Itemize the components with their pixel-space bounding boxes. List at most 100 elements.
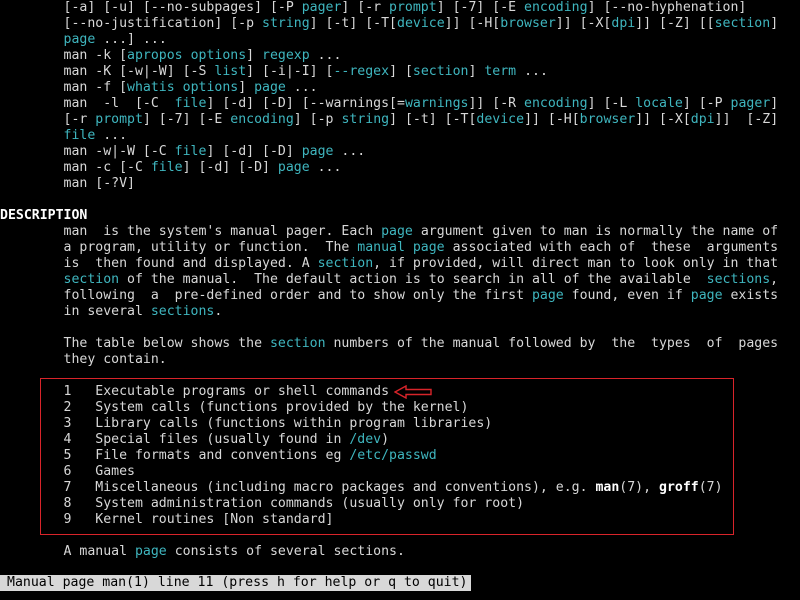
text-span: ... (333, 144, 366, 159)
underlined-term: file (150, 160, 183, 175)
underlined-term: section (714, 16, 771, 31)
text-span: ] [-d] [-D] (206, 144, 302, 159)
underlined-term: prompt (389, 0, 437, 15)
underlined-term: dpi (690, 112, 715, 127)
text-span: ]] [-X[ (555, 16, 612, 31)
terminal-line: [-a] [-u] [--no-subpages] [-P pager] [-r… (0, 0, 747, 16)
underlined-term: string (262, 16, 310, 31)
underlined-term: page (134, 544, 167, 559)
text-span: man -K [-w|-W] [-S (0, 64, 215, 79)
underlined-term: list (214, 64, 247, 79)
text-span: ] [--no-hyphenation] (587, 0, 747, 15)
terminal-line: following a pre-defined order and to sho… (0, 288, 779, 304)
underlined-term: warnings (404, 96, 469, 111)
text-span: ] (770, 16, 779, 31)
underlined-term: page (63, 32, 96, 47)
text-span: ] [-t] [-T[ (389, 112, 477, 127)
underlined-term: prompt (95, 112, 143, 127)
underlined-term: regexp (262, 48, 310, 63)
text-span: ] [-7] [-E (436, 0, 525, 15)
text-span: [-r (0, 112, 96, 127)
text-span (0, 272, 64, 287)
underlined-term: browser (500, 16, 556, 31)
text-span: ] [-r (341, 0, 390, 15)
terminal-window[interactable]: [-a] [-u] [--no-subpages] [-P pager] [-r… (0, 0, 800, 600)
underlined-term: file (63, 128, 96, 143)
underlined-term: term (484, 64, 517, 79)
underlined-term: device (476, 112, 525, 127)
text-span: ]] [-Z] [[ (635, 16, 715, 31)
text-span: in several (0, 304, 151, 319)
terminal-line: they contain. (0, 352, 167, 368)
underlined-term: file (174, 96, 207, 111)
text-span: ] [-d] [-D] [--warnings[= (206, 96, 405, 111)
text-span (0, 32, 64, 47)
text-span: of the manual. The default action is to … (119, 272, 707, 287)
text-span: ] (770, 96, 779, 111)
underlined-term: dpi (611, 16, 636, 31)
terminal-line: man -l [-C file] [-d] [-D] [--warnings[=… (0, 96, 779, 112)
text-span: ]] [-H[ (444, 16, 501, 31)
terminal-line: DESCRIPTION (0, 208, 87, 224)
sections-table-highlight-box (40, 378, 734, 535)
underlined-term: --regex (333, 64, 390, 79)
underlined-term: encoding (524, 96, 588, 111)
text-span: man -w|-W [-C (0, 144, 175, 159)
underlined-term: page (690, 288, 723, 303)
terminal-line: file ... (0, 128, 128, 144)
underlined-term: section (317, 256, 374, 271)
underlined-term: section (269, 336, 326, 351)
terminal-line: The table below shows the section number… (0, 336, 779, 352)
text-span: ... (516, 64, 548, 79)
text-span: ]] [-R (468, 96, 525, 111)
text-span: found, even if (563, 288, 691, 303)
terminal-line: A manual page consists of several sectio… (0, 544, 405, 560)
underlined-term: page (531, 288, 564, 303)
underlined-term: page (301, 144, 334, 159)
underlined-term: page (254, 80, 286, 95)
underlined-term: device (397, 16, 445, 31)
text-span: ] [ (389, 64, 413, 79)
underlined-term: pager (730, 96, 771, 111)
underlined-term: file (174, 144, 207, 159)
bold-term: DESCRIPTION (0, 208, 88, 223)
text-span: . (214, 304, 223, 319)
text-span: argument given to man is normally the na… (412, 224, 779, 239)
text-span: ] (468, 64, 485, 79)
terminal-line: in several sections. (0, 304, 223, 320)
terminal-line: man -k [apropos options] regexp ... (0, 48, 342, 64)
terminal-line: section of the manual. The default actio… (0, 272, 779, 288)
terminal-line: [-r prompt] [-7] [-E encoding] [-p strin… (0, 112, 779, 128)
text-span: man -l [-C (0, 96, 175, 111)
underlined-term: sections (150, 304, 215, 319)
underlined-term: manual page (357, 240, 445, 255)
left-arrow-icon (394, 385, 432, 399)
underlined-term: whatis options (127, 80, 239, 95)
text-span: A manual (0, 544, 135, 559)
text-span: man -c [-C (0, 160, 151, 175)
text-span: [--no-justification] [-p (0, 16, 263, 31)
text-span: [-a] [-u] [--no-subpages] [-P (0, 0, 302, 15)
text-span: man is the system's manual pager. Each (0, 224, 382, 239)
terminal-line: man [-?V] (0, 176, 135, 192)
text-span: ... (309, 160, 342, 175)
text-span: ... (95, 128, 128, 143)
pager-status-bar: Manual page man(1) line 11 (press h for … (0, 575, 471, 591)
text-span: , if provided, will direct man to look o… (373, 256, 779, 271)
text-span (0, 128, 64, 143)
underlined-term: apropos options (127, 48, 247, 63)
text-span: ...] ... (95, 32, 167, 47)
text-span: , (770, 272, 779, 287)
underlined-term: sections (706, 272, 771, 287)
text-span: consists of several sections. (166, 544, 405, 559)
text-span: ] [-P (682, 96, 731, 111)
text-span: man -f [ (0, 80, 128, 95)
text-span: numbers of the manual followed by the ty… (325, 336, 779, 351)
text-span: ... (285, 80, 318, 95)
underlined-term: locale (635, 96, 683, 111)
underlined-term: browser (579, 112, 636, 127)
underlined-term: encoding (524, 0, 588, 15)
text-span: man [-?V] (0, 176, 135, 191)
text-span: ... (309, 48, 342, 63)
text-span: ] (238, 80, 255, 95)
